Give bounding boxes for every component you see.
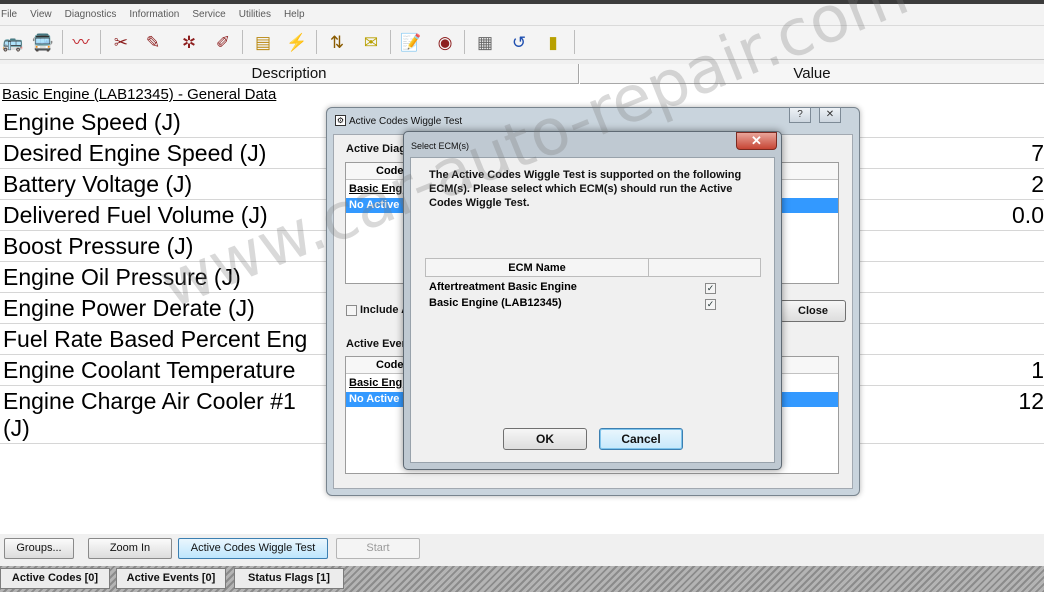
parameter-label: Engine Coolant Temperature: [3, 357, 296, 383]
menu-utilities[interactable]: Utilities: [238, 9, 272, 20]
menu-bar: File View Diagnostics Information Servic…: [0, 0, 1044, 26]
cancel-button[interactable]: Cancel: [599, 428, 683, 450]
menu-service[interactable]: Service: [191, 9, 226, 20]
list-item[interactable]: Basic Eng: [346, 182, 406, 197]
settings-grid-icon[interactable]: ▦: [472, 28, 498, 56]
description-column-header[interactable]: Description: [0, 64, 579, 84]
parameter-label: Fuel Rate Based Percent Eng: [3, 326, 308, 352]
groups-button[interactable]: Groups...: [4, 538, 74, 559]
tab-active-codes[interactable]: Active Codes [0]: [0, 568, 110, 589]
group-title: Basic Engine (LAB12345) - General Data: [2, 86, 277, 103]
battery-icon[interactable]: ▮: [540, 28, 566, 56]
list-item[interactable]: Basic Eng: [346, 376, 406, 391]
parameter-label: Engine Power Derate (J): [3, 295, 255, 321]
parameter-label: Boost Pressure (J): [3, 233, 194, 259]
notepad-icon[interactable]: 📝: [398, 28, 424, 56]
ecm-dialog-title: Select ECM(s): [411, 141, 470, 151]
ecm-name-column-header[interactable]: ECM Name: [426, 262, 648, 274]
menu-view[interactable]: View: [29, 9, 53, 20]
ecm-table: ECM Name Aftertreatment Basic Engine ✓ B…: [425, 258, 761, 408]
toolbar-separator: [100, 30, 101, 54]
ecm-checkbox[interactable]: ✓: [705, 283, 716, 294]
ecm-table-header: ECM Name: [425, 258, 761, 277]
parameter-value: 1: [1031, 357, 1044, 383]
ecm-checkbox[interactable]: ✓: [705, 299, 716, 310]
toolbar-separator: [242, 30, 243, 54]
start-button[interactable]: Start: [336, 538, 420, 559]
ecm-dialog-body: The Active Codes Wiggle Test is supporte…: [410, 157, 775, 463]
include-checkbox[interactable]: [346, 305, 357, 316]
parameter-label: Delivered Fuel Volume (J): [3, 202, 268, 228]
wiggle-test-button[interactable]: Active Codes Wiggle Test: [178, 538, 328, 559]
parameter-label-continued: (J): [3, 415, 30, 441]
close-button[interactable]: Close: [780, 300, 846, 322]
parameter-label: Engine Charge Air Cooler #1: [3, 388, 296, 414]
tool-d-icon[interactable]: ✐: [210, 28, 236, 56]
parameter-label: Desired Engine Speed (J): [3, 140, 267, 166]
active-events-label: Active Even: [346, 338, 409, 350]
parameter-value: 12: [1018, 388, 1044, 414]
parameter-value: 2: [1031, 171, 1044, 197]
close-icon[interactable]: ✕: [819, 107, 841, 123]
toolbar-separator: [574, 30, 575, 54]
value-column-header[interactable]: Value: [580, 64, 1044, 84]
ecm-row-name: Basic Engine (LAB12345): [429, 297, 562, 309]
menu-file[interactable]: File: [0, 9, 18, 20]
help-button[interactable]: ?: [789, 107, 811, 123]
menu-information[interactable]: Information: [128, 9, 180, 20]
list-item-label: No Active: [349, 199, 400, 211]
waveform-icon[interactable]: 〰: [68, 28, 94, 56]
select-ecm-dialog: Select ECM(s) ✕ The Active Codes Wiggle …: [403, 131, 782, 470]
tab-status-flags[interactable]: Status Flags [1]: [234, 568, 344, 589]
wiggle-dialog-title: Active Codes Wiggle Test: [349, 116, 463, 127]
parameter-value: 0.0: [1012, 202, 1044, 228]
parameter-value: 7: [1031, 140, 1044, 166]
parameter-label: Battery Voltage (J): [3, 171, 193, 197]
tool-b-icon[interactable]: ✎: [140, 28, 166, 56]
ecm-row-name: Aftertreatment Basic Engine: [429, 281, 577, 293]
window-top-edge: [0, 0, 1044, 4]
column-divider: [648, 259, 649, 276]
toolbar-separator: [390, 30, 391, 54]
include-label: Include A: [360, 304, 410, 316]
parameter-label: Engine Speed (J): [3, 109, 181, 135]
list-item-label: No Active: [349, 393, 400, 405]
arrows-icon[interactable]: ⇅: [324, 28, 350, 56]
target-icon[interactable]: ◉: [432, 28, 458, 56]
tag-icon[interactable]: ✉: [358, 28, 384, 56]
tab-active-events[interactable]: Active Events [0]: [116, 568, 226, 589]
dialog-app-icon: ⚙: [335, 115, 346, 126]
vehicle-alt-icon[interactable]: 🚍: [30, 28, 56, 56]
toolbar-separator: [316, 30, 317, 54]
active-diag-label: Active Diag: [346, 143, 406, 155]
ecm-dialog-message: The Active Codes Wiggle Test is supporte…: [429, 169, 742, 209]
parameter-label: Engine Oil Pressure (J): [3, 264, 241, 290]
status-tab-bar: Active Codes [0] Active Events [0] Statu…: [0, 566, 1044, 592]
zoom-in-button[interactable]: Zoom In: [88, 538, 172, 559]
toolbar: 🚌 🚍 〰 ✂ ✎ ✲ ✐ ▤ ⚡ ⇅ ✉ 📝 ◉ ▦ ↺ ▮: [0, 26, 1044, 60]
vehicle-icon[interactable]: 🚌: [0, 28, 26, 56]
book-icon[interactable]: ▤: [250, 28, 276, 56]
tool-a-icon[interactable]: ✂: [108, 28, 134, 56]
reset-arrow-icon[interactable]: ↺: [506, 28, 532, 56]
flash-icon[interactable]: ⚡: [284, 28, 310, 56]
menu-help[interactable]: Help: [283, 9, 306, 20]
menu-diagnostics[interactable]: Diagnostics: [64, 9, 118, 20]
events-code-header-label: Code: [376, 359, 404, 371]
toolbar-separator: [62, 30, 63, 54]
tool-c-icon[interactable]: ✲: [176, 28, 202, 56]
close-icon[interactable]: ✕: [736, 132, 777, 150]
toolbar-separator: [464, 30, 465, 54]
ok-button[interactable]: OK: [503, 428, 587, 450]
code-header-label: Code: [376, 165, 404, 177]
